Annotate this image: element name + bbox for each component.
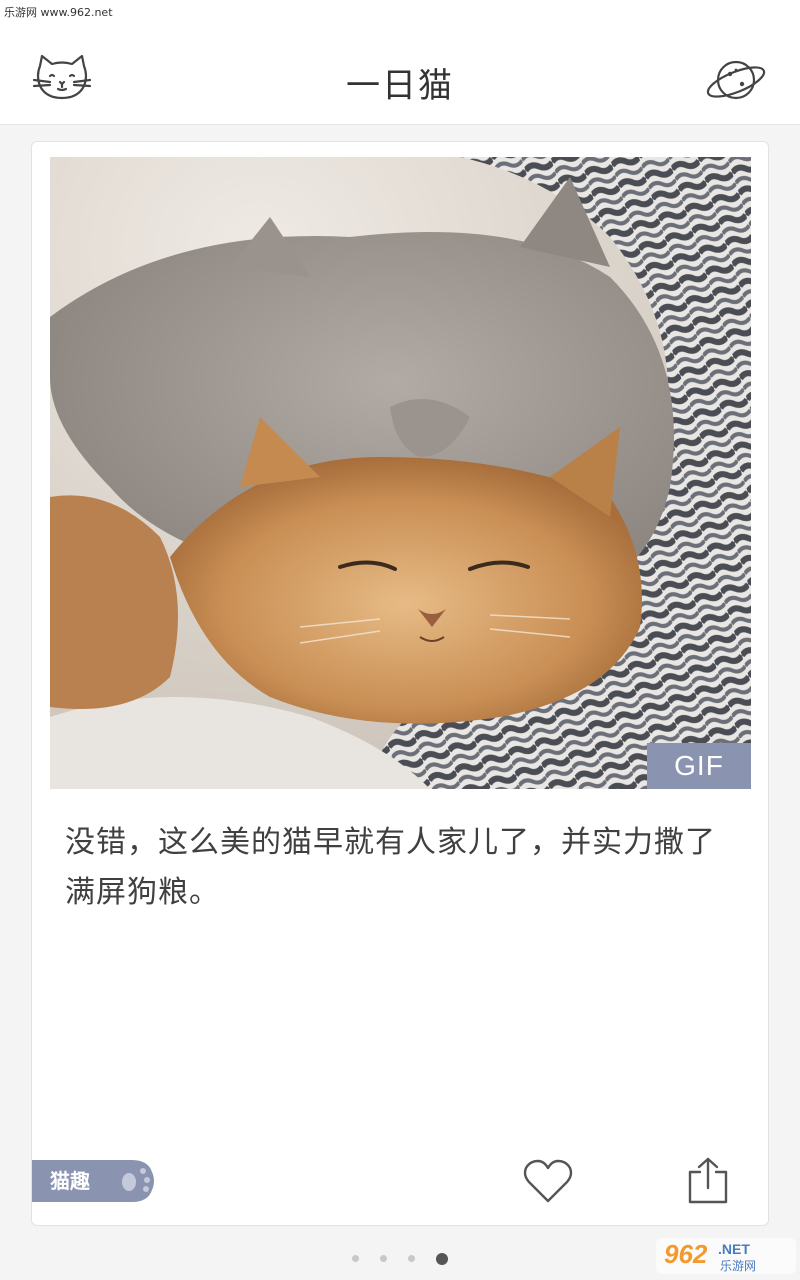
page-dot-3[interactable]: [408, 1255, 416, 1262]
post-card: GIF 没错，这么美的猫早就有人家儿了，并实力撒了满屏狗粮。 猫趣: [31, 141, 769, 1226]
cat-photo-illustration: [50, 157, 751, 789]
category-tag[interactable]: 猫趣: [32, 1160, 156, 1202]
svg-text:.NET: .NET: [718, 1241, 750, 1257]
paw-icon: [112, 1160, 154, 1202]
svg-text:962: 962: [664, 1239, 708, 1269]
post-caption: 没错，这么美的猫早就有人家儿了，并实力撒了满屏狗粮。: [65, 825, 716, 910]
page-dot-4-active[interactable]: [436, 1252, 449, 1265]
page-title: 一日猫: [346, 66, 454, 106]
gif-badge: GIF: [647, 743, 751, 789]
share-icon[interactable]: [686, 1156, 730, 1206]
page-dot-1[interactable]: [351, 1255, 359, 1262]
app-screen: 乐游网 www.962.net 一日猫 GIF 没错，这么美的猫早就有人家儿了，…: [0, 0, 800, 1280]
cat-photo[interactable]: GIF: [50, 157, 751, 789]
watermark-text: 乐游网 www.962.net: [4, 6, 113, 19]
app-header: 一日猫: [0, 28, 800, 125]
category-tag-label: 猫趣: [50, 1169, 90, 1193]
svg-text:乐游网: 乐游网: [720, 1259, 756, 1273]
status-bar: 乐游网 www.962.net: [0, 0, 800, 28]
page-dot-2[interactable]: [379, 1255, 387, 1262]
heart-icon[interactable]: [522, 1159, 574, 1205]
watermark-logo: 962 .NET 乐游网: [656, 1238, 796, 1274]
planet-icon[interactable]: [704, 52, 768, 108]
